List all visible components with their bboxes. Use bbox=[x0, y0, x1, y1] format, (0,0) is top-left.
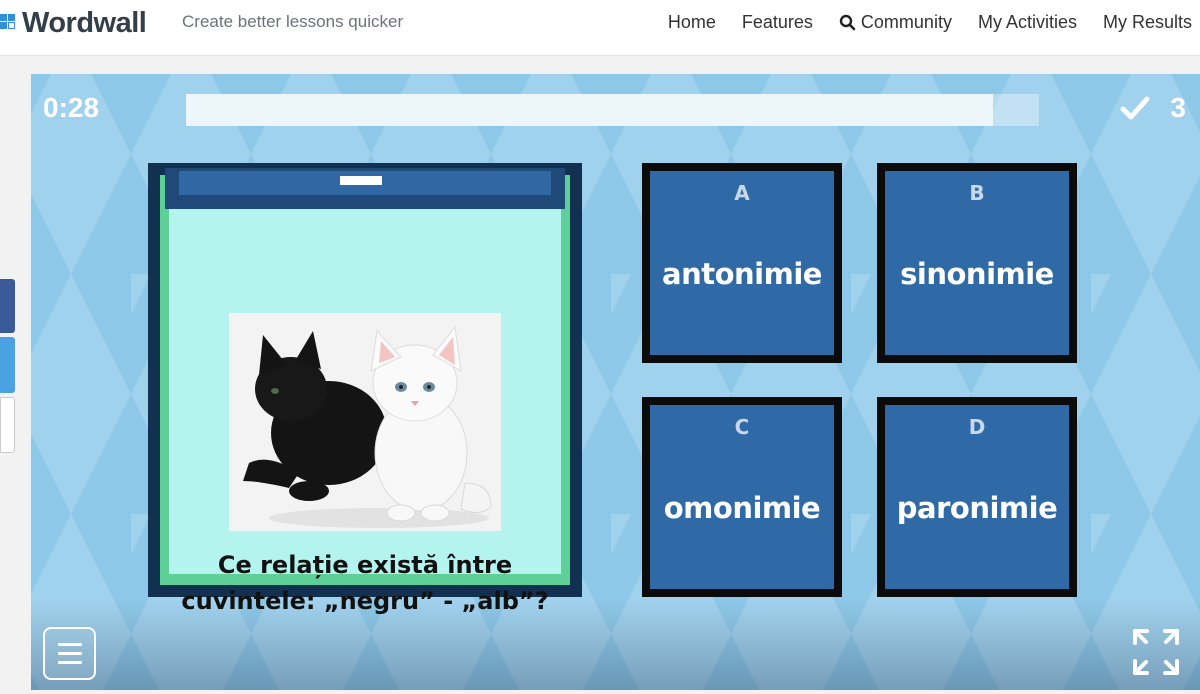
answer-letter: D bbox=[968, 415, 986, 439]
menu-button[interactable] bbox=[43, 627, 96, 680]
nav-community[interactable]: Community bbox=[839, 12, 952, 33]
score-display: 3 bbox=[1120, 92, 1186, 124]
question-card-header-mark bbox=[340, 176, 382, 185]
top-nav-bar: Wordwall Create better lessons quicker H… bbox=[0, 0, 1200, 56]
answer-tile-c-face: C omonimie bbox=[650, 405, 834, 589]
menu-icon-line bbox=[58, 652, 82, 655]
time-progress-bar bbox=[186, 94, 1039, 126]
share-twitter-tab[interactable] bbox=[0, 337, 15, 393]
question-text: Ce relație există între cuvintele: „negr… bbox=[181, 551, 549, 615]
main-nav: Home Features Community My Activities My… bbox=[668, 12, 1192, 33]
nav-my-activities-label: My Activities bbox=[977, 12, 1077, 32]
answer-tile-a-face: A antonimie bbox=[650, 171, 834, 355]
menu-icon-line bbox=[58, 643, 82, 646]
answer-tile-b-face: B sinonimie bbox=[885, 171, 1069, 355]
nav-home[interactable]: Home bbox=[668, 12, 716, 33]
answer-tile-d-face: D paronimie bbox=[885, 405, 1069, 589]
kittens-illustration bbox=[229, 313, 501, 531]
question-card: Ce relație există între cuvintele: „negr… bbox=[148, 163, 582, 615]
answer-tile-c[interactable]: C omonimie bbox=[642, 397, 842, 597]
answer-tile-a[interactable]: A antonimie bbox=[642, 163, 842, 363]
question-image-kittens bbox=[229, 313, 501, 531]
logo-icon bbox=[0, 12, 16, 34]
nav-features-label: Features bbox=[741, 12, 813, 32]
time-progress-fill bbox=[186, 94, 993, 126]
nav-my-results[interactable]: My Results bbox=[1103, 12, 1192, 33]
answer-tile-b[interactable]: B sinonimie bbox=[877, 163, 1077, 363]
tagline: Create better lessons quicker bbox=[182, 12, 404, 31]
share-facebook-tab[interactable] bbox=[0, 279, 15, 333]
checkmark-icon bbox=[1120, 96, 1150, 120]
answer-letter: C bbox=[734, 415, 750, 439]
menu-icon-line bbox=[58, 661, 82, 664]
nav-my-activities[interactable]: My Activities bbox=[978, 12, 1077, 33]
share-more-tab[interactable] bbox=[0, 397, 15, 453]
nav-community-label: Community bbox=[860, 12, 952, 32]
nav-home-label: Home bbox=[667, 12, 716, 32]
answer-letter: A bbox=[734, 181, 750, 205]
answer-label: omonimie bbox=[663, 491, 821, 525]
nav-my-results-label: My Results bbox=[1102, 12, 1192, 32]
answer-letter: B bbox=[969, 181, 985, 205]
timer: 0:28 bbox=[43, 92, 100, 123]
answer-label: antonimie bbox=[662, 257, 822, 291]
nav-features[interactable]: Features bbox=[742, 12, 813, 33]
wordwall-logo[interactable]: Wordwall bbox=[0, 6, 147, 39]
answer-tile-d[interactable]: D paronimie bbox=[877, 397, 1077, 597]
fullscreen-icon[interactable] bbox=[1131, 627, 1181, 677]
question-card-header-bar bbox=[165, 168, 565, 209]
answer-label: paronimie bbox=[896, 491, 1058, 525]
answer-label: sinonimie bbox=[900, 257, 1054, 291]
logo-text: Wordwall bbox=[22, 6, 147, 39]
search-icon bbox=[839, 14, 856, 31]
score-count: 3 bbox=[1170, 92, 1186, 123]
game-area: 0:28 3 Ce relație există între cuvintele… bbox=[31, 74, 1200, 690]
